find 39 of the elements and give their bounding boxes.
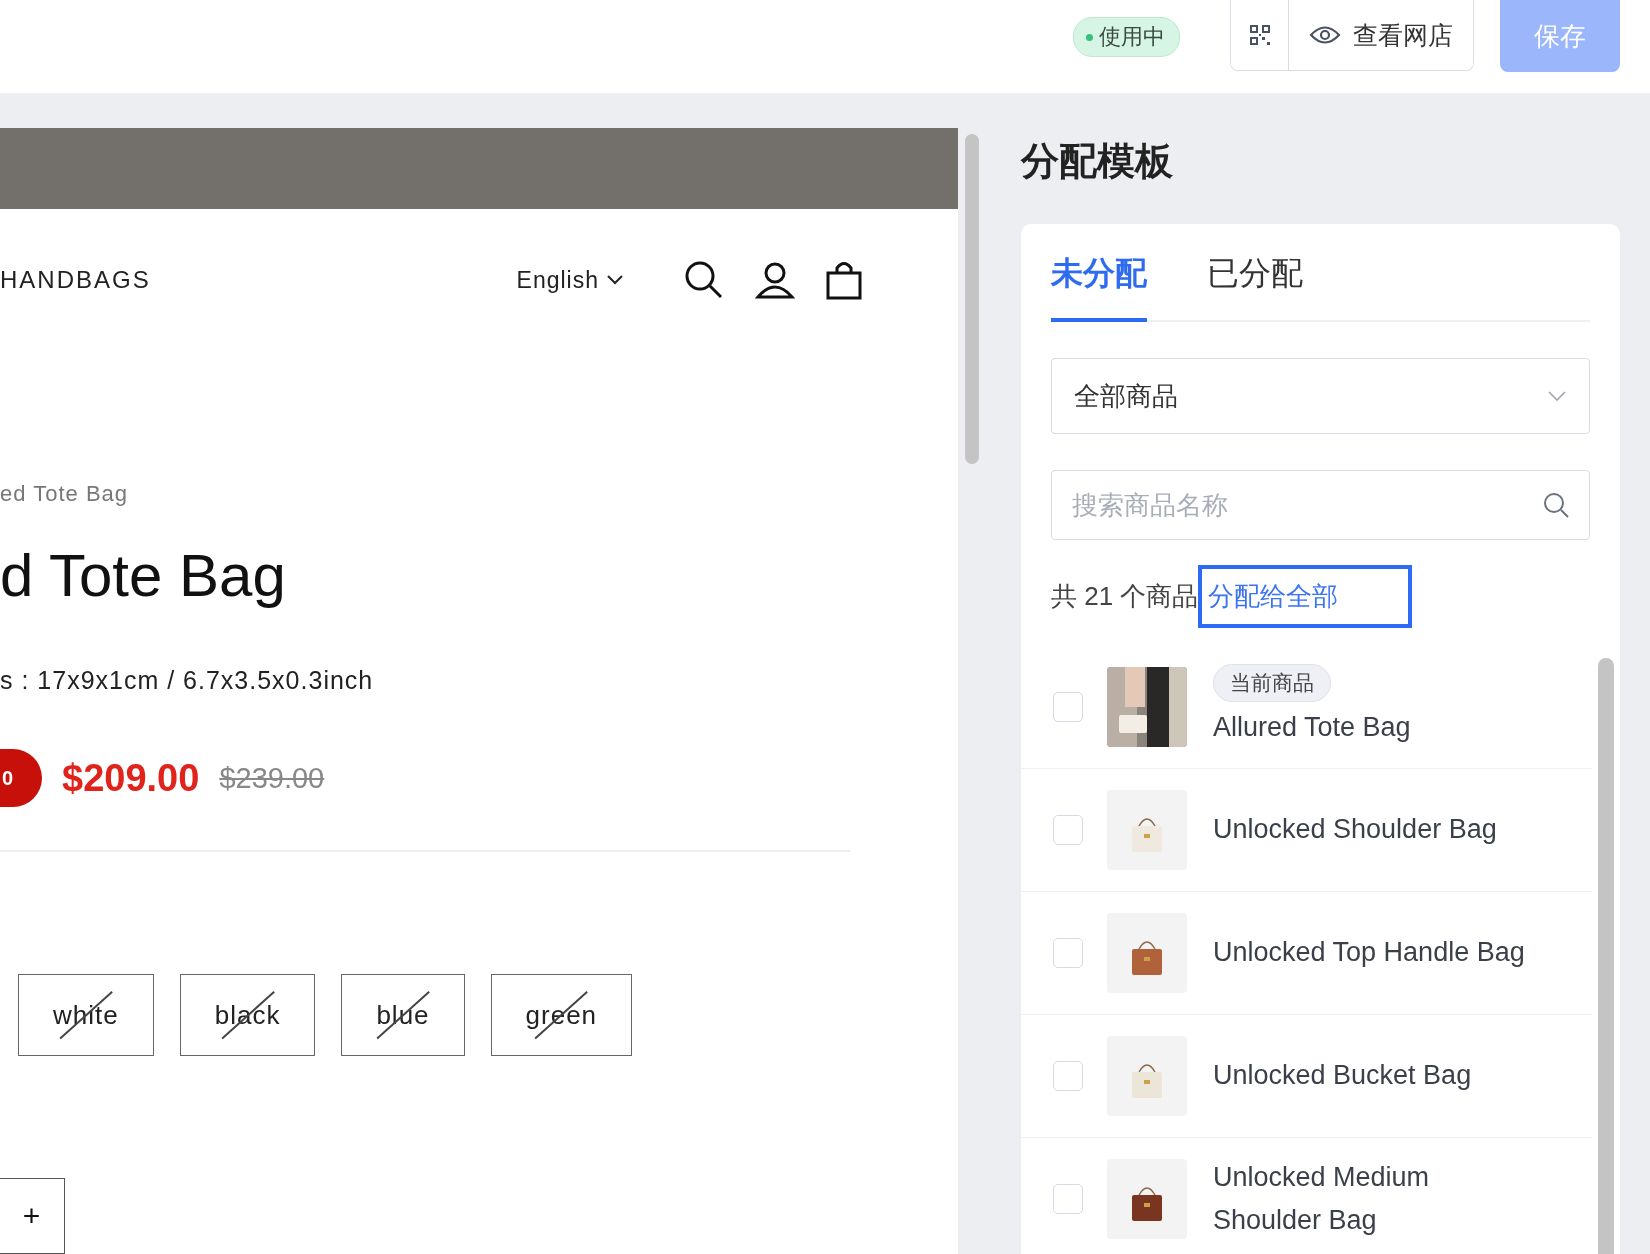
- product-count: 共 21 个商品: [1051, 579, 1199, 613]
- filter-select[interactable]: 全部商品: [1051, 358, 1590, 434]
- checkbox[interactable]: [1053, 1184, 1083, 1214]
- sale-price: $209.00: [62, 756, 200, 800]
- current-product-tag: 当前商品: [1213, 664, 1331, 703]
- qr-code-icon: [1248, 24, 1271, 46]
- product-name[interactable]: Allured Tote Bag: [1213, 706, 1411, 750]
- product-name[interactable]: Unlocked Bucket Bag: [1213, 1054, 1472, 1098]
- eye-icon: [1309, 24, 1341, 46]
- panel-title: 分配模板: [1021, 138, 1174, 184]
- chevron-down-icon: [605, 274, 625, 286]
- search-icon: [1542, 491, 1570, 519]
- search-icon[interactable]: [683, 259, 725, 301]
- product-name[interactable]: Unlocked Top Handle Bag: [1213, 931, 1525, 975]
- nav-title[interactable]: HANDBAGS: [0, 266, 151, 294]
- search-field[interactable]: 搜索商品名称: [1051, 470, 1590, 540]
- sale-badge: 0: [0, 749, 42, 807]
- assign-all-link[interactable]: 分配给全部: [1198, 564, 1413, 628]
- chevron-down-icon: [1547, 390, 1567, 402]
- scrollbar[interactable]: [965, 134, 979, 464]
- compare-price: $239.00: [219, 761, 325, 795]
- product-name[interactable]: Unlocked Shoulder Bag: [1213, 808, 1497, 852]
- product-spec: s : 17x9x1cm / 6.7x3.5x0.3inch: [0, 666, 375, 695]
- checkbox[interactable]: [1053, 1061, 1083, 1091]
- breadcrumb: ed Tote Bag: [0, 481, 130, 507]
- product-name[interactable]: Unlocked Medium Shoulder Bag: [1213, 1155, 1543, 1243]
- scrollbar[interactable]: [1598, 658, 1614, 1254]
- language-selector[interactable]: English: [516, 266, 625, 294]
- tab[interactable]: 已分配: [1207, 252, 1303, 322]
- qr-code-button[interactable]: [1231, 0, 1289, 70]
- quantity-plus-button[interactable]: +: [0, 1178, 65, 1254]
- status-badge: 使用中: [1073, 17, 1180, 57]
- product-title: d Tote Bag: [0, 543, 287, 609]
- shopping-bag-icon[interactable]: [825, 260, 863, 300]
- checkbox[interactable]: [1053, 815, 1083, 845]
- checkbox[interactable]: [1053, 938, 1083, 968]
- tab[interactable]: 未分配: [1051, 252, 1147, 322]
- user-icon[interactable]: [755, 260, 795, 300]
- checkbox[interactable]: [1053, 692, 1083, 722]
